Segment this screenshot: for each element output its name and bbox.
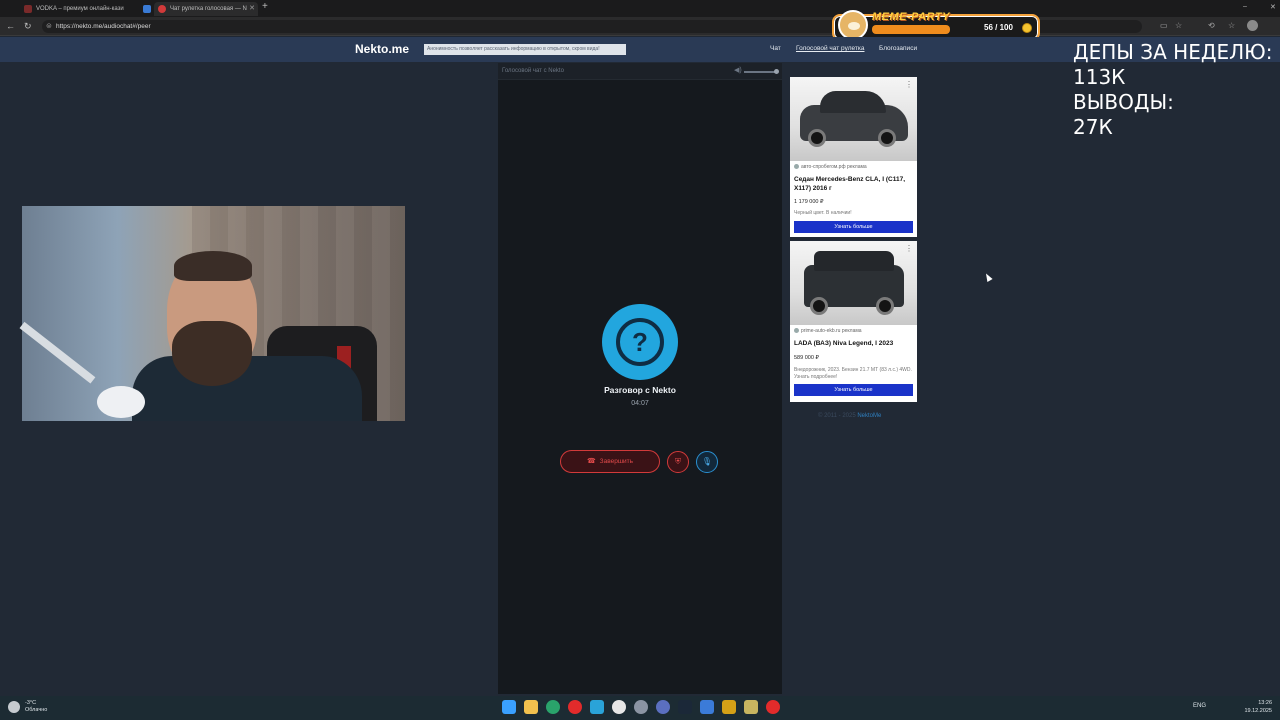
weather-temp: -3°C — [25, 700, 37, 706]
close-window-icon[interactable]: ✕ — [1270, 3, 1276, 11]
shield-icon: ⛨ — [675, 457, 681, 466]
hang-up-icon: ☎ — [586, 458, 596, 465]
ad-source: prime-auto-ekb.ru реклама — [794, 328, 862, 334]
ad-image — [790, 241, 917, 325]
ad-price: 589 000 ₽ — [794, 355, 819, 361]
tab-vodka[interactable]: VODKA – премиум онлайн-кази — [20, 2, 138, 16]
ad-menu-icon[interactable]: ⋮ — [905, 244, 913, 253]
meme-party-title: MEME-PARTY — [872, 11, 950, 23]
doge-icon — [838, 10, 868, 40]
ad-menu-icon[interactable]: ⋮ — [905, 80, 913, 89]
site-slogan: Анонимность позволяет рассказать информа… — [424, 44, 626, 55]
chat-header: Голосовой чат с Nekto ◀) — [498, 63, 782, 80]
tab-favicon-icon — [143, 5, 151, 13]
close-tab-icon[interactable]: ✕ — [249, 2, 255, 16]
weather-icon — [8, 701, 20, 713]
back-icon[interactable]: ← — [6, 21, 15, 31]
record-icon[interactable] — [766, 700, 780, 714]
bookmark-icon[interactable]: ☆ — [1175, 21, 1182, 30]
deposits-label: ДЕПЫ ЗА НЕДЕЛЮ: — [1073, 40, 1273, 64]
file-explorer-icon[interactable] — [524, 700, 538, 714]
start-icon[interactable] — [502, 700, 516, 714]
tab-label: Чат рулетка голосовая — N — [170, 6, 247, 12]
reader-icon[interactable]: ▭ — [1160, 21, 1168, 30]
ad-card-niva[interactable]: ⋮ prime-auto-ekb.ru реклама LADA (ВАЗ) N… — [790, 241, 917, 402]
app-icon[interactable] — [722, 700, 736, 714]
microphone-icon: 🎙 — [701, 457, 713, 466]
favorites-icon[interactable]: ☆ — [1228, 21, 1235, 30]
call-timer: 04:07 — [631, 400, 649, 407]
ad-card-mercedes[interactable]: ⋮ авто-спробегом.рф реклама Седан Merced… — [790, 77, 917, 237]
end-call-button[interactable]: ☎ Завершить — [560, 450, 660, 473]
meme-party-progress — [872, 25, 951, 34]
stream-stats-overlay: ДЕПЫ ЗА НЕДЕЛЮ: 113К ВЫВОДЫ: 27К — [1073, 40, 1272, 140]
ad-learn-more-button[interactable]: Узнать больше — [794, 384, 913, 396]
ad-title[interactable]: LADA (ВАЗ) Niva Legend, I 2023 — [794, 339, 914, 348]
chat-header-title: Голосовой чат с Nekto — [502, 68, 564, 74]
edge-icon[interactable] — [546, 700, 560, 714]
new-tab-icon[interactable]: + — [262, 1, 268, 12]
system-clock[interactable]: 13:26 19.12.2025 — [1240, 699, 1272, 715]
address-bar: ← ↻ ⊜ https://nekto.me/audiochat#/peer ▭… — [0, 17, 1280, 36]
settings-icon[interactable] — [634, 700, 648, 714]
app-icon[interactable] — [700, 700, 714, 714]
tab-favicon-icon — [158, 5, 166, 13]
tab-label: VODKA – премиум онлайн-кази — [36, 6, 124, 12]
volume-icon: ◀) — [734, 67, 742, 74]
site-logo[interactable]: Nekto.me — [355, 42, 409, 56]
yandex-icon[interactable] — [568, 700, 582, 714]
language-indicator[interactable]: ENG — [1193, 703, 1206, 709]
ad-price: 1 179 000 ₽ — [794, 199, 824, 205]
partner-avatar: ? — [602, 304, 678, 380]
report-button[interactable]: ⛨ — [667, 451, 689, 473]
taskbar: -3°C Облачно ENG 13:26 19.12.2025 — [0, 696, 1280, 720]
tab-favicon-icon — [24, 5, 32, 13]
ad-description: Внедорожник, 2023. Бензин 21.7 МТ (83 л.… — [794, 367, 912, 380]
ad-description: Черный цвет. В наличии! — [794, 210, 852, 216]
nav-blog[interactable]: Блогозаписи — [879, 45, 917, 52]
profile-avatar[interactable] — [1247, 20, 1258, 31]
conversation-title: Разговор с Nekto — [604, 385, 676, 395]
app-icon[interactable] — [656, 700, 670, 714]
ad-title[interactable]: Седан Mercedes-Benz CLA, I (C117, X117) … — [794, 175, 914, 193]
withdrawals-value: 27К — [1073, 115, 1113, 139]
ad-image — [790, 77, 917, 161]
telegram-icon[interactable] — [590, 700, 604, 714]
withdrawals-label: ВЫВОДЫ: — [1073, 90, 1174, 114]
coin-icon — [1022, 23, 1032, 33]
mic-button[interactable]: 🎙 — [696, 451, 718, 473]
nav-chat[interactable]: Чат — [770, 45, 781, 52]
app-icon[interactable] — [744, 700, 758, 714]
voice-chat-panel: Голосовой чат с Nekto ◀) ? Разговор с Ne… — [498, 63, 782, 694]
nav-voice-roulette[interactable]: Голосовой чат рулетка — [796, 45, 864, 52]
steam-icon[interactable] — [678, 700, 692, 714]
meme-party-count: 56 / 100 — [984, 23, 1013, 32]
ad-learn-more-button[interactable]: Узнать больше — [794, 221, 913, 233]
footer-copyright: © 2011 - 2025 NektoMe — [818, 413, 882, 419]
browser-tab-bar: VODKA – премиум онлайн-кази Чат рулетка … — [0, 0, 1280, 17]
ad-source: авто-спробегом.рф реклама — [794, 164, 867, 170]
url-text: https://nekto.me/audiochat#/peer — [56, 23, 151, 30]
app-icon[interactable] — [612, 700, 626, 714]
deposits-value: 113К — [1073, 65, 1126, 89]
extensions-icon[interactable]: ⟲ — [1208, 21, 1215, 30]
site-info-icon[interactable]: ⊜ — [46, 20, 52, 33]
reload-icon[interactable]: ↻ — [24, 21, 32, 32]
minimize-icon[interactable]: – — [1243, 3, 1247, 10]
volume-slider[interactable] — [744, 69, 779, 74]
end-call-label: Завершить — [599, 458, 634, 465]
webcam-feed — [19, 206, 405, 421]
footer-brand-link[interactable]: NektoMe — [857, 413, 881, 419]
weather-status: Облачно — [25, 707, 48, 713]
question-mark-icon: ? — [616, 318, 664, 366]
tab-nekto[interactable]: Чат рулетка голосовая — N ✕ — [154, 2, 258, 16]
